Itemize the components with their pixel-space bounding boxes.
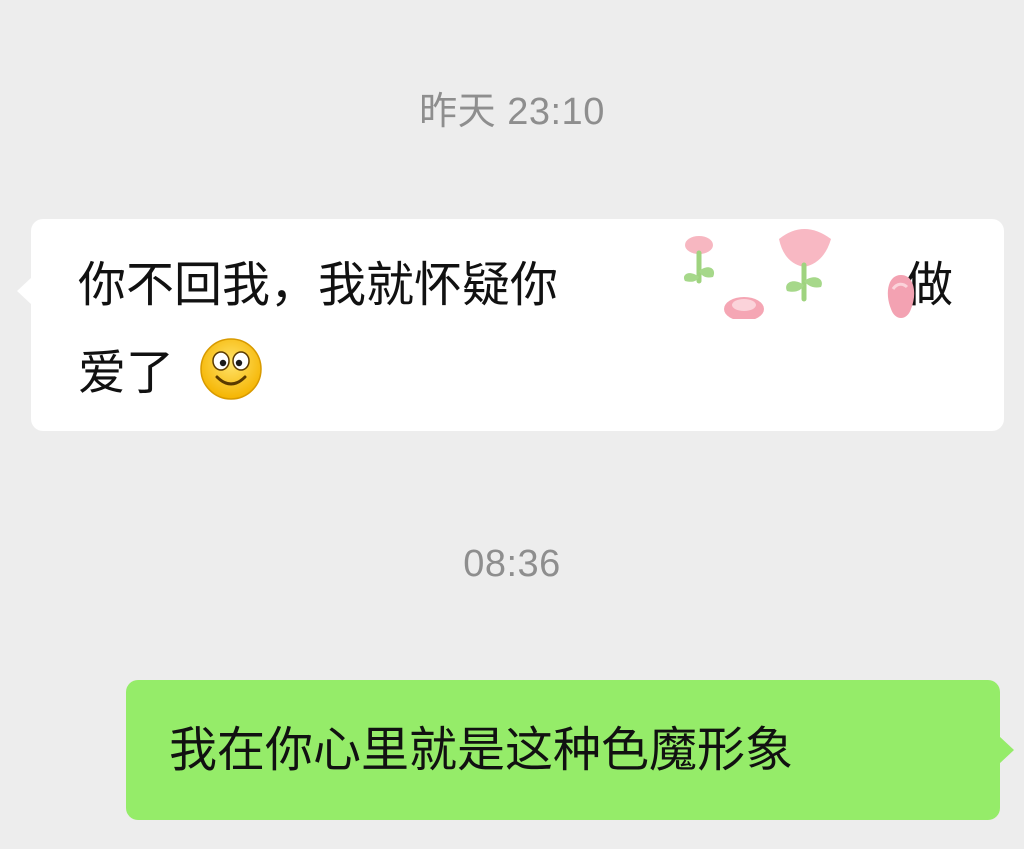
flower-sticker-icon — [683, 236, 764, 319]
bubble-tail — [17, 277, 32, 305]
incoming-message-bubble[interactable]: 你不回我，我就怀疑你 做 爱了 — [17, 219, 1004, 431]
bubble-tail — [999, 736, 1014, 764]
message-text: 你不回我，我就怀疑你 — [78, 257, 559, 313]
timestamp: 昨天 23:10 — [419, 91, 605, 133]
timestamp: 08:36 — [463, 543, 561, 585]
outgoing-message-bubble[interactable]: 我在你心里就是这种色魔形象 — [126, 680, 1014, 820]
flower-sticker-icon — [779, 229, 831, 302]
message-text: 我在你心里就是这种色魔形象 — [169, 722, 794, 778]
flower-sticker-icon — [887, 275, 915, 318]
smile-emoji-icon — [200, 338, 262, 400]
message-text: 爱了 — [78, 345, 175, 401]
